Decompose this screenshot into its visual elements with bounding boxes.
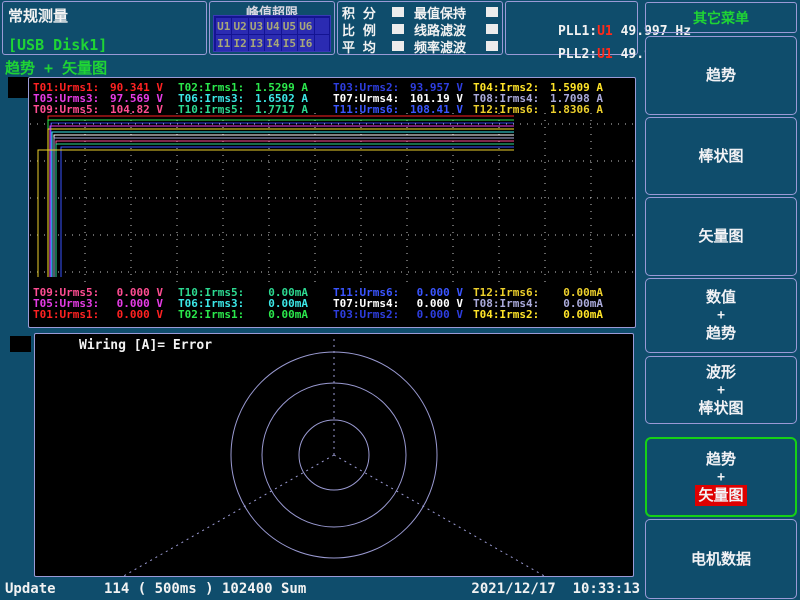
sidebar-header-other-menu[interactable]: 其它菜单	[645, 2, 797, 33]
line-filter-checkbox-icon	[392, 24, 404, 34]
peak-cell-i4: I4	[265, 35, 280, 51]
pll2-source: U1	[597, 47, 613, 62]
datetime-label: 2021/12/17 10:33:13	[357, 581, 640, 597]
trend-bottom-value-t03: T03:Urms2:0.000 V	[333, 308, 463, 321]
trend-trace-t07	[54, 135, 514, 277]
trend-trace-t06	[52, 132, 514, 277]
trend-bottom-value-t02: T02:Irms1:0.00mA	[178, 308, 308, 321]
update-info: 114 ( 500ms ) 102400 Sum	[104, 581, 306, 597]
peak-cell-u-spare	[315, 18, 330, 34]
peak-cell-i6: I6	[298, 35, 313, 51]
toggle-label-freq-filter: 频率滤波	[414, 37, 480, 56]
sidebar-item-motor-data[interactable]: 电机数据	[645, 519, 797, 599]
measurement-mode-box: 常规测量 [USB Disk1]	[2, 1, 207, 55]
toggle-label-average: 平 均	[342, 37, 386, 56]
pll-box: PLL1:U1 49.997 Hz PLL2:U1 49.997 Hz	[505, 1, 638, 55]
selected-highlight-label: 矢量图	[695, 485, 746, 506]
peak-over-limit-box: 峰值超限 U1 U2 U3 U4 U5 U6 I1 I2 I3 I4 I5 I6	[209, 1, 335, 55]
usb-disk-status: [USB Disk1]	[8, 36, 107, 54]
freq-filter-checkbox-icon	[392, 41, 404, 51]
vector-panel-tab	[10, 336, 31, 352]
peak-cell-u5: U5	[282, 18, 297, 34]
peak-cell-i1: I1	[216, 35, 231, 51]
trend-trace-t08	[54, 138, 514, 277]
trend-trace-t09	[56, 141, 514, 277]
peak-cell-u4: U4	[265, 18, 280, 34]
peak-cell-i2: I2	[232, 35, 247, 51]
vector-diagram	[35, 334, 633, 576]
peak-cell-u6: U6	[298, 18, 313, 34]
trend-trace-t01	[48, 116, 514, 277]
peak-cell-i5: I5	[282, 35, 297, 51]
sidebar-header-label: 其它菜单	[693, 8, 749, 28]
freq-filter2-checkbox-icon	[486, 41, 498, 51]
update-label: Update	[5, 581, 56, 597]
peak-cell-u2: U2	[232, 18, 247, 34]
vector-axis-down-left	[82, 455, 334, 576]
trend-trace-t04	[48, 129, 514, 277]
peak-cell-i-spare	[315, 35, 330, 51]
page-title: 趋势 + 矢量图	[5, 57, 107, 78]
sidebar-item-bar-graph[interactable]: 棒状图	[645, 117, 797, 195]
trend-trace-t12	[38, 150, 514, 277]
vector-axis-down-right	[334, 455, 586, 576]
toggle-row-integration: 积 分 最值保持	[342, 4, 498, 20]
trend-bottom-value-t04: T04:Irms2:0.00mA	[473, 308, 603, 321]
peak-channel-grid: U1 U2 U3 U4 U5 U6 I1 I2 I3 I4 I5 I6	[213, 15, 331, 52]
trend-chart	[30, 113, 634, 285]
pll2-label: PLL2:	[558, 47, 597, 62]
trend-bottom-value-t01: T01:Urms1:0.000 V	[33, 308, 163, 321]
trend-panel: T01:Urms1:90.341 V T02:Irms1:1.5299 A T0…	[28, 77, 636, 328]
toggle-row-average: 平 均 频率滤波	[342, 38, 498, 54]
line-filter2-checkbox-icon	[486, 24, 498, 34]
peak-u-row: U1 U2 U3 U4 U5 U6	[216, 18, 329, 34]
sidebar-item-waveform-bar[interactable]: 波形+棒状图	[645, 356, 797, 424]
toggle-row-ratio: 比 例 线路滤波	[342, 21, 498, 37]
trend-trace-t05	[50, 126, 514, 277]
plus-icon: +	[717, 383, 725, 398]
peak-cell-u1: U1	[216, 18, 231, 34]
measure-toggles-box: 积 分 最值保持 比 例 线路滤波 平 均 频率滤波	[337, 1, 503, 55]
peak-i-row: I1 I2 I3 I4 I5 I6	[216, 35, 329, 51]
vector-panel: Wiring [A]= Error	[34, 333, 634, 577]
trend-trace-t11	[61, 147, 514, 277]
instrument-screen: 常规测量 [USB Disk1] 峰值超限 U1 U2 U3 U4 U5 U6 …	[0, 0, 800, 600]
peak-cell-i3: I3	[249, 35, 264, 51]
max-hold-checkbox-icon	[486, 7, 498, 17]
mode-title: 常规测量	[8, 5, 68, 26]
trend-trace-t03	[51, 123, 514, 277]
plus-icon: +	[717, 308, 725, 323]
plus-icon: +	[717, 470, 725, 485]
sidebar-item-trend-vector-selected[interactable]: 趋势+矢量图	[645, 437, 797, 517]
sidebar-item-trend[interactable]: 趋势	[645, 36, 797, 115]
peak-cell-u3: U3	[249, 18, 264, 34]
sidebar-item-vector-graph[interactable]: 矢量图	[645, 197, 797, 276]
trend-trace-t10	[56, 144, 514, 277]
integration-checkbox-icon	[392, 7, 404, 17]
sidebar-item-numeric-trend[interactable]: 数值+趋势	[645, 278, 797, 353]
